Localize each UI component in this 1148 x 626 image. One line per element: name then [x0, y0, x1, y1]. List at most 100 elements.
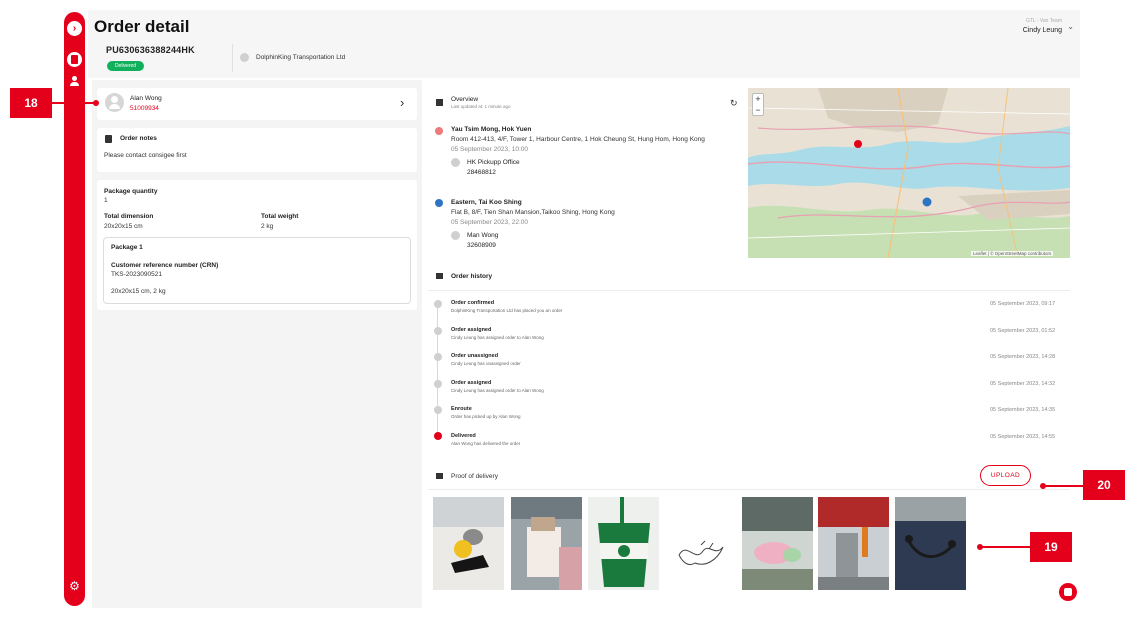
user-menu-chevron-down-icon[interactable]: ⌄ [1067, 22, 1074, 31]
pickup-time: 05 September 2023, 10:00 [451, 146, 528, 153]
map-graphic [748, 88, 1070, 258]
courier-avatar [105, 93, 124, 112]
zoom-in-button[interactable]: + [753, 94, 763, 105]
pod-divider [428, 489, 1070, 490]
zoom-out-button[interactable]: − [753, 105, 763, 116]
package-quantity-label: Package quantity [104, 188, 158, 195]
history-event-time: 05 September 2023, 14:55 [990, 434, 1056, 440]
dropoff-address: Flat B, 8/F, Tien Shan Mansion,Taikoo Sh… [451, 209, 615, 216]
order-notes-text: Please contact consigee first [104, 152, 187, 159]
photo-graphic [433, 497, 504, 590]
courier-card[interactable] [97, 88, 417, 120]
company-icon [240, 53, 249, 62]
settings-gear-icon[interactable]: ⚙ [68, 580, 81, 593]
callout-line [980, 546, 1030, 548]
dropoff-contact-phone: 32608909 [467, 242, 496, 249]
history-icon [436, 273, 443, 279]
history-event-time: 05 September 2023, 14:28 [990, 354, 1056, 360]
history-event-time: 05 September 2023, 01:52 [990, 328, 1056, 334]
history-event-time: 05 September 2023, 14:32 [990, 381, 1056, 387]
pickup-address: Room 412-413, 4/F, Tower 1, Harbour Cent… [451, 136, 705, 143]
pickup-contact-avatar [451, 158, 460, 167]
dropoff-contact-avatar [451, 231, 460, 240]
order-number: PU630636388244HK [106, 45, 195, 55]
timeline-line [437, 302, 438, 436]
delivery-photo[interactable] [742, 497, 813, 590]
dropoff-time: 05 September 2023, 22:00 [451, 219, 528, 226]
package-item-title: Package 1 [111, 244, 143, 251]
history-event-time: 05 September 2023, 14:35 [990, 407, 1056, 413]
delivery-photo[interactable] [433, 497, 504, 590]
dropoff-district: Eastern, Tai Koo Shing [451, 199, 522, 206]
orders-icon[interactable] [67, 52, 82, 67]
page-title: Order detail [94, 17, 190, 36]
callout-label: 19 [1030, 532, 1072, 562]
delivery-photo[interactable] [511, 497, 582, 590]
history-divider [428, 290, 1070, 291]
document-icon [105, 135, 112, 143]
header-bar [88, 10, 1080, 78]
history-event-desc: Order has picked up by Alan Wong [451, 414, 521, 419]
photo-graphic [895, 497, 966, 590]
callout-dot [1040, 483, 1046, 489]
package-item-summary: 20x20x15 cm, 2 kg [111, 288, 166, 295]
pickup-pin-icon [435, 127, 443, 135]
sidebar-expand-icon[interactable]: › [67, 21, 82, 36]
delivery-photo[interactable] [895, 497, 966, 590]
timeline-dot [434, 300, 442, 308]
refresh-icon[interactable]: ↻ [730, 98, 738, 109]
total-dimension: 20x20x15 cm [104, 223, 143, 230]
proof-of-delivery-title: Proof of delivery [451, 473, 498, 480]
history-event-title: Order assigned [451, 380, 492, 386]
user-icon[interactable] [67, 74, 82, 89]
company-name: DolphinKing Transportation Ltd [256, 54, 346, 61]
order-history-card [428, 264, 1070, 458]
timeline-dot [434, 327, 442, 335]
callout-dot [977, 544, 983, 550]
photo-graphic [588, 497, 659, 590]
route-map[interactable] [748, 88, 1070, 258]
photo-graphic [742, 497, 813, 590]
callout-dot [93, 100, 99, 106]
overview-updated: Last updated at: 1 minute ago [451, 104, 511, 109]
history-event-desc: Alan Wong has delivered the order [451, 441, 521, 446]
signature-graphic [665, 497, 736, 590]
history-event-desc: Cindy Leung has assigned order to Alan W… [451, 388, 544, 393]
delivery-photo[interactable] [588, 497, 659, 590]
history-event-desc: DolphinKing Transportation Ltd has place… [451, 308, 563, 313]
timeline-dot-active [434, 432, 442, 440]
total-weight-label: Total weight [261, 213, 299, 220]
user-name[interactable]: Cindy Leung [1023, 27, 1062, 34]
chevron-right-icon[interactable]: › [400, 95, 404, 110]
timeline-dot [434, 380, 442, 388]
pickup-contact-name: HK Pickupp Office [467, 159, 520, 166]
package-quantity: 1 [104, 197, 108, 204]
callout-line [1043, 485, 1083, 487]
history-event-title: Order confirmed [451, 300, 495, 306]
camera-icon [436, 473, 443, 479]
courier-phone[interactable]: 51009934 [130, 105, 159, 112]
status-badge: Delivered [107, 61, 144, 71]
pickup-contact-phone: 28468812 [467, 169, 496, 176]
order-detail-page: › ⚙ Order detail GTL - Van Team Cindy Le… [0, 0, 1148, 626]
signature-image[interactable] [665, 497, 736, 590]
timeline-dot [434, 406, 442, 414]
crn-label: Customer reference number (CRN) [111, 262, 219, 269]
timeline-dot [434, 353, 442, 361]
photo-graphic [818, 497, 889, 590]
photo-graphic [511, 497, 582, 590]
history-event-title: Order assigned [451, 327, 492, 333]
upload-button[interactable]: UPLOAD [980, 465, 1031, 486]
chat-support-icon[interactable] [1059, 583, 1077, 601]
pickup-district: Yau Tsim Mong, Hok Yuen [451, 126, 532, 133]
user-role: GTL - Van Team [1025, 18, 1062, 24]
order-history-title: Order history [451, 273, 493, 280]
map-icon [436, 99, 443, 106]
delivery-photo[interactable] [818, 497, 889, 590]
dropoff-pin-icon [435, 199, 443, 207]
history-event-title: Delivered [451, 433, 476, 439]
history-event-time: 05 September 2023, 09:17 [990, 301, 1056, 307]
callout-line [52, 102, 96, 104]
history-event-title: Order unassigned [451, 353, 499, 359]
header-divider [232, 44, 233, 72]
